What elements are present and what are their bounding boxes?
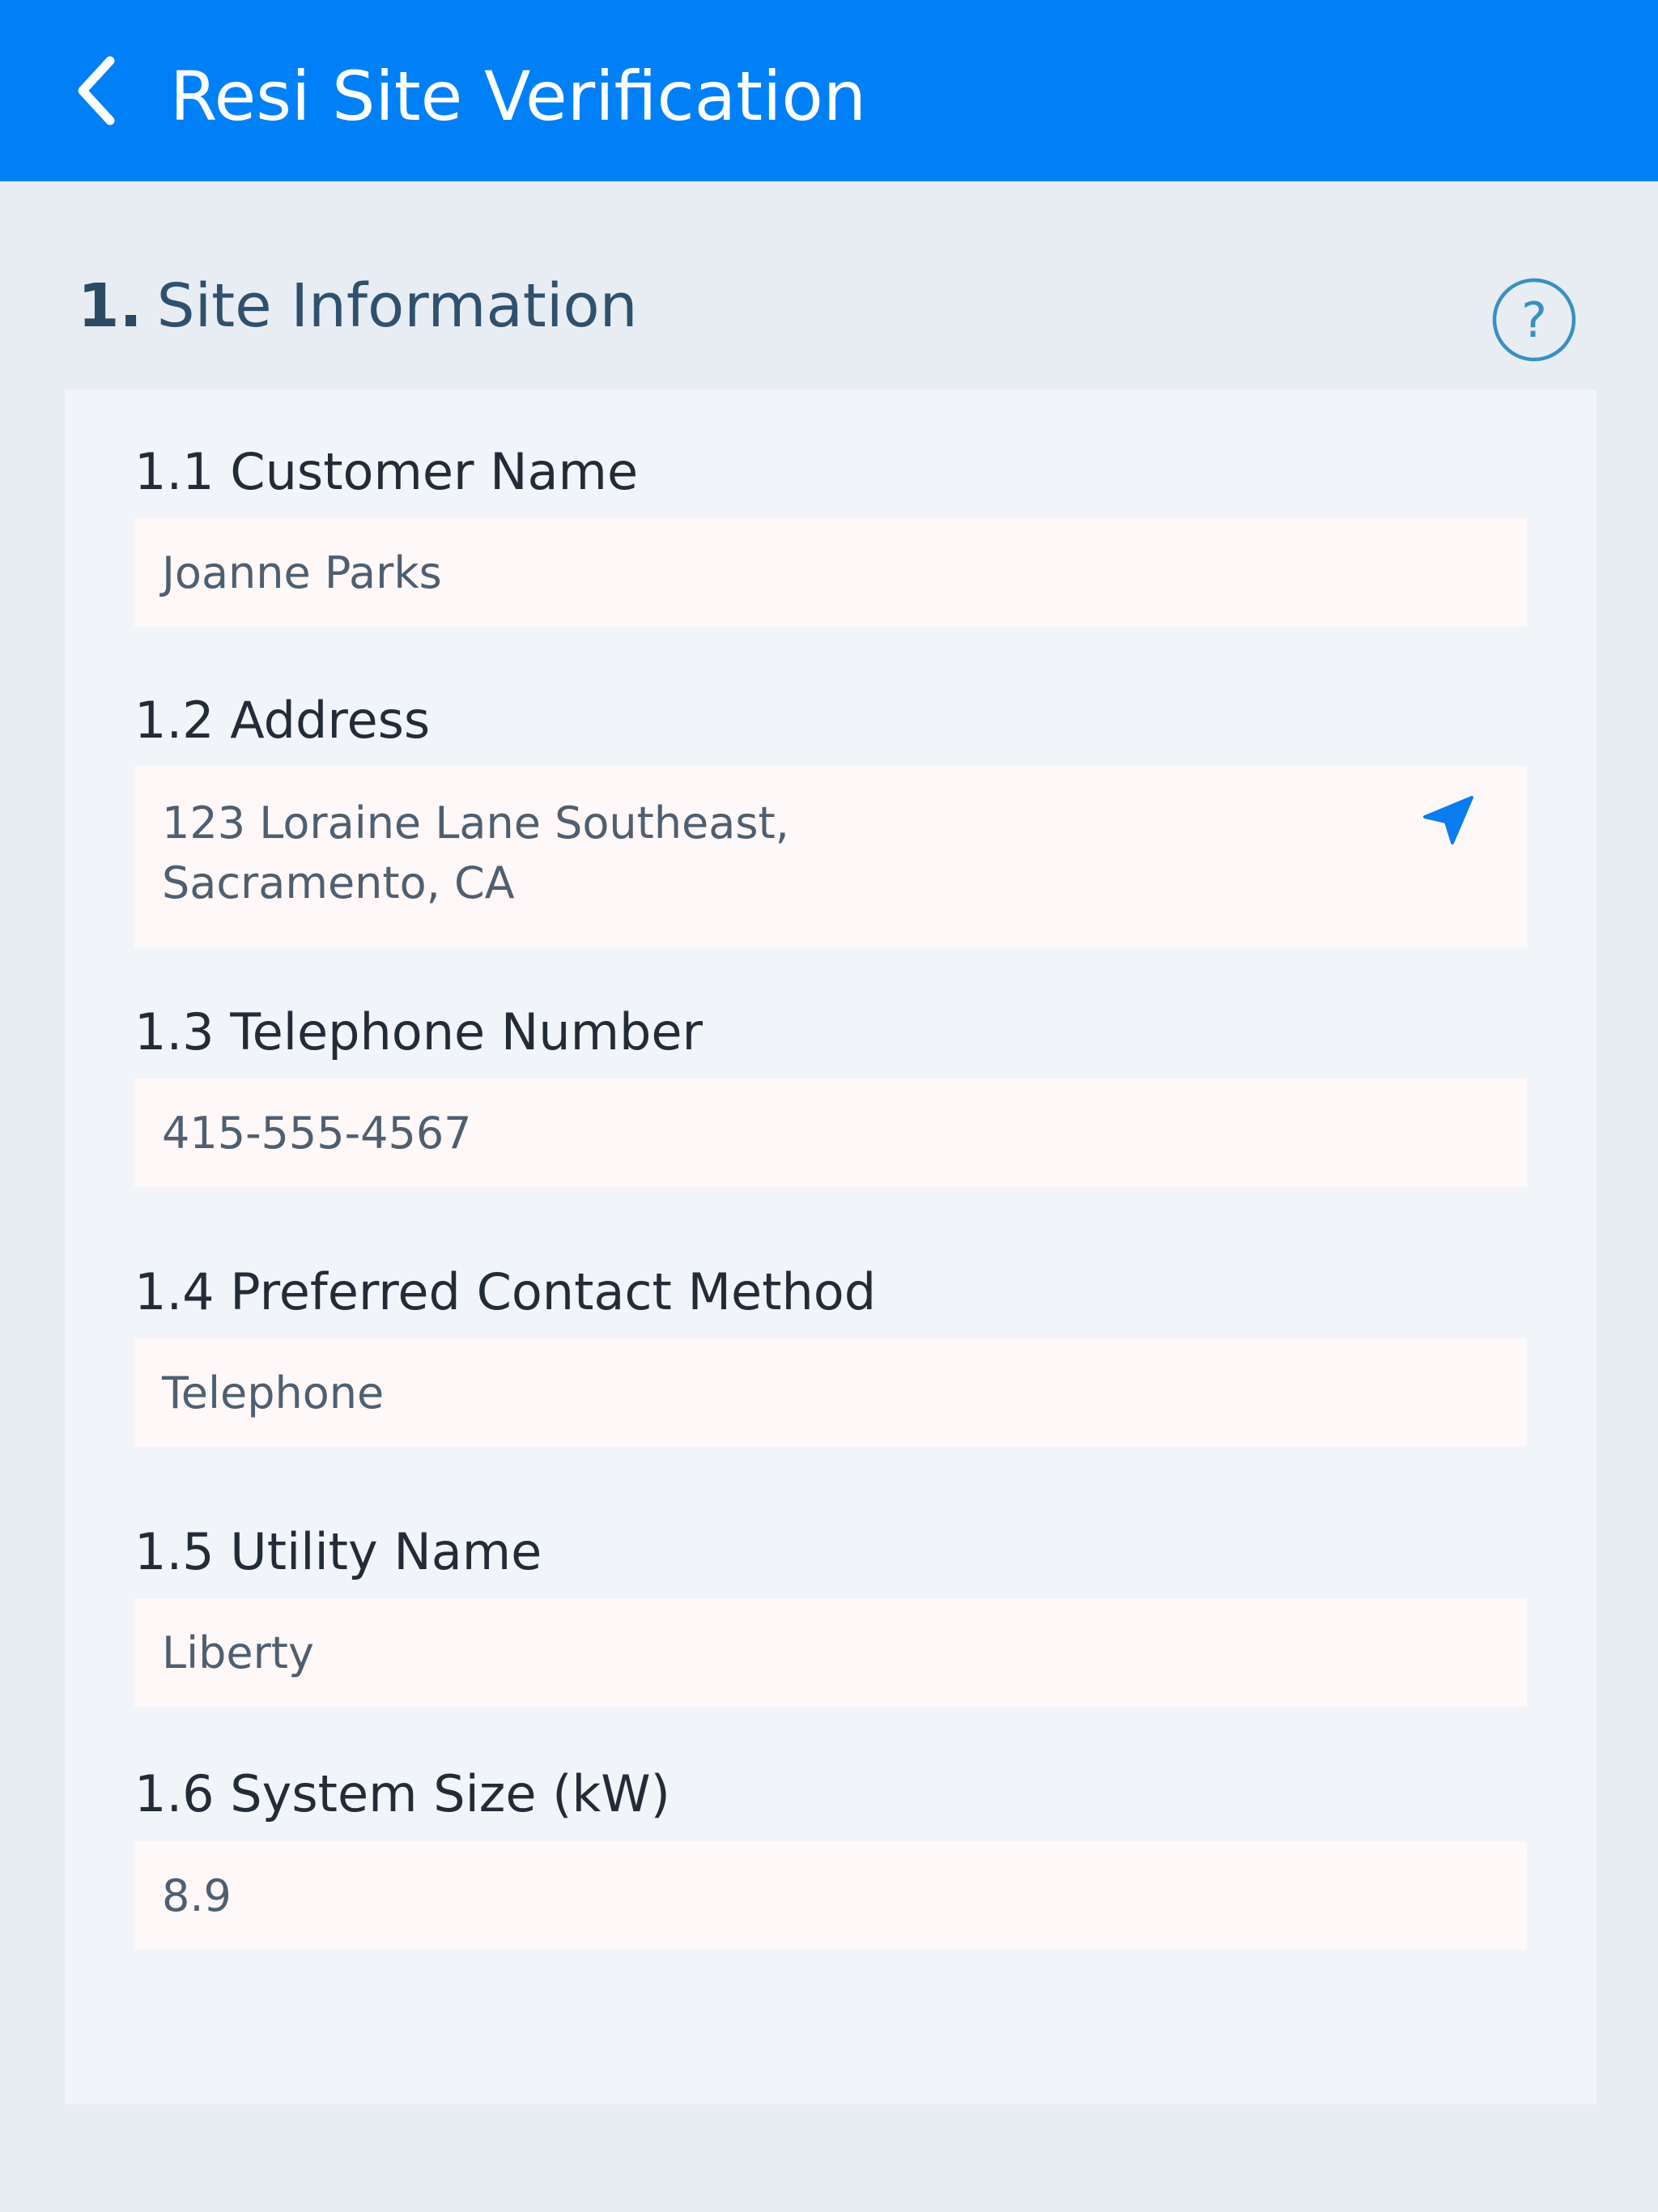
- use-location-button[interactable]: [1418, 789, 1480, 851]
- system-size-value: 8.9: [162, 1870, 232, 1921]
- contact-method-input[interactable]: Telephone: [134, 1338, 1527, 1447]
- telephone-value: 415-555-4567: [162, 1107, 472, 1159]
- telephone-input[interactable]: 415-555-4567: [134, 1078, 1527, 1187]
- address-line-1: 123 Loraine Lane Southeast,: [162, 798, 789, 849]
- address-line-2: Sacramento, CA: [162, 857, 515, 908]
- section-number: 1.: [78, 271, 142, 341]
- utility-name-value: Liberty: [162, 1627, 314, 1678]
- section-title: Site Information: [156, 271, 638, 341]
- location-arrow-icon: [1423, 796, 1473, 844]
- contact-method-label: 1.4 Preferred Contact Method: [134, 1262, 877, 1321]
- system-size-input[interactable]: 8.9: [134, 1841, 1527, 1950]
- contact-method-value: Telephone: [162, 1367, 385, 1419]
- page-title: Resi Site Verification: [170, 57, 867, 136]
- customer-name-value: Joanne Parks: [162, 547, 442, 598]
- app-bar: Resi Site Verification: [0, 0, 1658, 181]
- customer-name-label: 1.1 Customer Name: [134, 442, 639, 501]
- chevron-left-icon: [78, 56, 115, 125]
- address-label: 1.2 Address: [134, 691, 431, 750]
- help-circle-icon: ?: [1492, 278, 1576, 362]
- help-button[interactable]: ?: [1491, 277, 1577, 363]
- system-size-label: 1.6 System Size (kW): [134, 1764, 670, 1823]
- utility-name-label: 1.5 Utility Name: [134, 1522, 542, 1581]
- section-heading: 1. Site Information: [78, 266, 638, 347]
- customer-name-input[interactable]: Joanne Parks: [134, 518, 1527, 627]
- help-glyph: ?: [1521, 292, 1547, 349]
- back-button[interactable]: [57, 50, 138, 131]
- utility-name-input[interactable]: Liberty: [134, 1598, 1527, 1707]
- address-input[interactable]: 123 Loraine Lane Southeast, Sacramento, …: [134, 766, 1527, 947]
- telephone-label: 1.3 Telephone Number: [134, 1002, 703, 1061]
